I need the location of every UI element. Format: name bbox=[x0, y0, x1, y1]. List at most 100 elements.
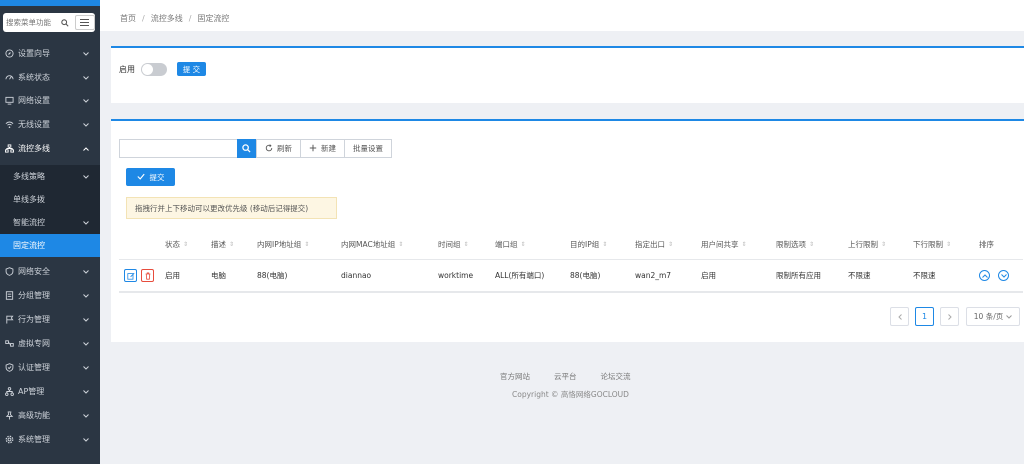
sidebar-item-vpn[interactable]: 虚拟专网 bbox=[0, 332, 100, 355]
dashboard-icon bbox=[4, 73, 14, 83]
column-header-upload-limit[interactable]: 上行限制 ⇕ bbox=[848, 230, 886, 259]
refresh-button[interactable]: 刷新 bbox=[256, 139, 301, 158]
menu-toggle-icon[interactable] bbox=[74, 15, 95, 30]
sidebar-item-label: 认证管理 bbox=[18, 363, 50, 372]
header-text: 状态 bbox=[165, 240, 180, 249]
page-size-select[interactable]: 10 条/页 bbox=[966, 307, 1020, 326]
chevron-down-icon bbox=[81, 341, 91, 346]
cell-port-group: ALL(所有端口) bbox=[495, 271, 545, 280]
sidebar-item-network-security[interactable]: 网络安全 bbox=[0, 260, 100, 283]
column-header-download-limit[interactable]: 下行限制 ⇕ bbox=[913, 230, 951, 259]
header-text: 指定出口 bbox=[635, 240, 665, 249]
new-button[interactable]: 新建 bbox=[301, 139, 345, 158]
column-header-dest-ip-group[interactable]: 目的IP组 ⇕ bbox=[570, 230, 607, 259]
cell-lan-ip-group: 88(电脑) bbox=[257, 271, 288, 280]
sidebar-subitem-label: 多线策略 bbox=[13, 172, 45, 181]
header-text: 上行限制 bbox=[848, 240, 878, 249]
breadcrumb-separator: / bbox=[188, 14, 192, 23]
sidebar-item-advanced-features[interactable]: 高级功能 bbox=[0, 404, 100, 427]
column-header-time-group[interactable]: 时间组 ⇕ bbox=[438, 230, 469, 259]
sidebar-item-network-settings[interactable]: 网络设置 bbox=[0, 89, 100, 112]
sidebar-subitem-fixed-flow[interactable]: 固定流控 bbox=[0, 234, 100, 257]
sort-icon: ⇕ bbox=[398, 241, 404, 248]
move-up-icon[interactable] bbox=[979, 270, 990, 281]
sidebar: 设置向导 系统状态 网络设置 无线设置 流控多线 多线策略 单线多拨 智能流控 … bbox=[0, 0, 100, 464]
header-text: 端口组 bbox=[495, 240, 518, 249]
column-header-outlet[interactable]: 指定出口 ⇕ bbox=[635, 230, 673, 259]
plus-icon bbox=[309, 144, 317, 154]
cell-time-group: worktime bbox=[438, 271, 474, 280]
sidebar-item-wireless-settings[interactable]: 无线设置 bbox=[0, 113, 100, 136]
sidebar-item-group-management[interactable]: 分组管理 bbox=[0, 284, 100, 307]
cell-status: 启用 bbox=[165, 271, 180, 280]
sidebar-item-label: 网络设置 bbox=[18, 96, 50, 105]
sitemap-icon bbox=[4, 387, 14, 397]
header-text: 描述 bbox=[211, 240, 226, 249]
table-search-input[interactable] bbox=[119, 139, 237, 158]
sidebar-item-system-status[interactable]: 系统状态 bbox=[0, 66, 100, 89]
sidebar-item-label: 分组管理 bbox=[18, 291, 50, 300]
sidebar-subitem-smart-flow[interactable]: 智能流控 bbox=[0, 211, 100, 234]
refresh-icon bbox=[265, 143, 273, 154]
menu-search-input[interactable] bbox=[6, 14, 58, 31]
breadcrumb-home[interactable]: 首页 bbox=[120, 13, 136, 24]
footer-link-cloud-platform[interactable]: 云平台 bbox=[554, 371, 577, 382]
sidebar-item-label: 行为管理 bbox=[18, 315, 50, 324]
next-page-button[interactable] bbox=[940, 307, 959, 326]
chevron-down-icon bbox=[81, 437, 91, 442]
batch-settings-label: 批量设置 bbox=[353, 144, 383, 153]
cell-outlet: wan2_m7 bbox=[635, 271, 672, 280]
sidebar-item-setup-wizard[interactable]: 设置向导 bbox=[0, 42, 100, 65]
sort-icon: ⇕ bbox=[881, 241, 887, 248]
header-text: 用户间共享 bbox=[701, 240, 739, 249]
footer-link-forum[interactable]: 论坛交流 bbox=[601, 371, 631, 382]
column-header-status[interactable]: 状态 ⇕ bbox=[165, 230, 188, 259]
trash-icon[interactable] bbox=[141, 269, 154, 282]
column-header-lan-mac-group[interactable]: 内网MAC地址组 ⇕ bbox=[341, 230, 403, 259]
sort-icon: ⇕ bbox=[741, 241, 747, 248]
edit-icon[interactable] bbox=[124, 269, 137, 282]
chevron-down-icon bbox=[81, 293, 91, 298]
column-header-port-group[interactable]: 端口组 ⇕ bbox=[495, 230, 526, 259]
move-down-icon[interactable] bbox=[998, 270, 1009, 281]
cell-dest-ip-group: 88(电脑) bbox=[570, 271, 601, 280]
header-text: 时间组 bbox=[438, 240, 461, 249]
sidebar-item-label: 流控多线 bbox=[18, 144, 50, 153]
sidebar-subitem-label: 固定流控 bbox=[13, 241, 45, 250]
sidebar-item-auth-management[interactable]: 认证管理 bbox=[0, 356, 100, 379]
sort-icon: ⇕ bbox=[809, 241, 815, 248]
chevron-up-icon bbox=[81, 146, 91, 151]
sidebar-item-system-management[interactable]: 系统管理 bbox=[0, 428, 100, 451]
sidebar-item-behavior-management[interactable]: 行为管理 bbox=[0, 308, 100, 331]
sidebar-item-label: 系统状态 bbox=[18, 73, 50, 82]
sidebar-item-flow-control[interactable]: 流控多线 bbox=[0, 137, 100, 160]
table-submit-label: 提交 bbox=[149, 172, 165, 182]
sidebar-item-label: AP管理 bbox=[18, 387, 45, 396]
column-header-description[interactable]: 描述 ⇕ bbox=[211, 230, 234, 259]
enable-submit-button[interactable]: 提 交 bbox=[177, 62, 206, 76]
footer-link-official-site[interactable]: 官方网站 bbox=[500, 371, 530, 382]
refresh-label: 刷新 bbox=[277, 144, 292, 153]
search-icon[interactable] bbox=[58, 13, 72, 32]
shield-icon bbox=[4, 267, 14, 277]
cell-sort bbox=[979, 260, 1017, 291]
sidebar-subitem-label: 单线多拨 bbox=[13, 195, 45, 204]
enable-toggle[interactable] bbox=[141, 62, 167, 76]
breadcrumb-parent[interactable]: 流控多线 bbox=[151, 13, 183, 24]
sidebar-subitem-single-multidial[interactable]: 单线多拨 bbox=[0, 188, 100, 211]
sidebar-subitem-multiline-policy[interactable]: 多线策略 bbox=[0, 165, 100, 188]
prev-page-button[interactable] bbox=[890, 307, 909, 326]
column-header-user-sharing[interactable]: 用户间共享 ⇕ bbox=[701, 230, 747, 259]
pagination: 1 bbox=[890, 307, 965, 326]
search-icon[interactable] bbox=[237, 139, 256, 158]
table-submit-button[interactable]: 提交 bbox=[126, 168, 175, 186]
column-header-limit-options[interactable]: 限制选项 ⇕ bbox=[776, 230, 814, 259]
sort-icon: ⇕ bbox=[602, 241, 608, 248]
page-number[interactable]: 1 bbox=[915, 307, 934, 326]
batch-settings-button[interactable]: 批量设置 bbox=[345, 139, 392, 158]
sidebar-item-ap-management[interactable]: AP管理 bbox=[0, 380, 100, 403]
header-text: 目的IP组 bbox=[570, 240, 600, 249]
sidebar-item-label: 系统管理 bbox=[18, 435, 50, 444]
column-header-lan-ip-group[interactable]: 内网IP地址组 ⇕ bbox=[257, 230, 309, 259]
table-row[interactable]: 启用 电脑 88(电脑) diannao worktime ALL(所有端口) … bbox=[119, 260, 1023, 293]
